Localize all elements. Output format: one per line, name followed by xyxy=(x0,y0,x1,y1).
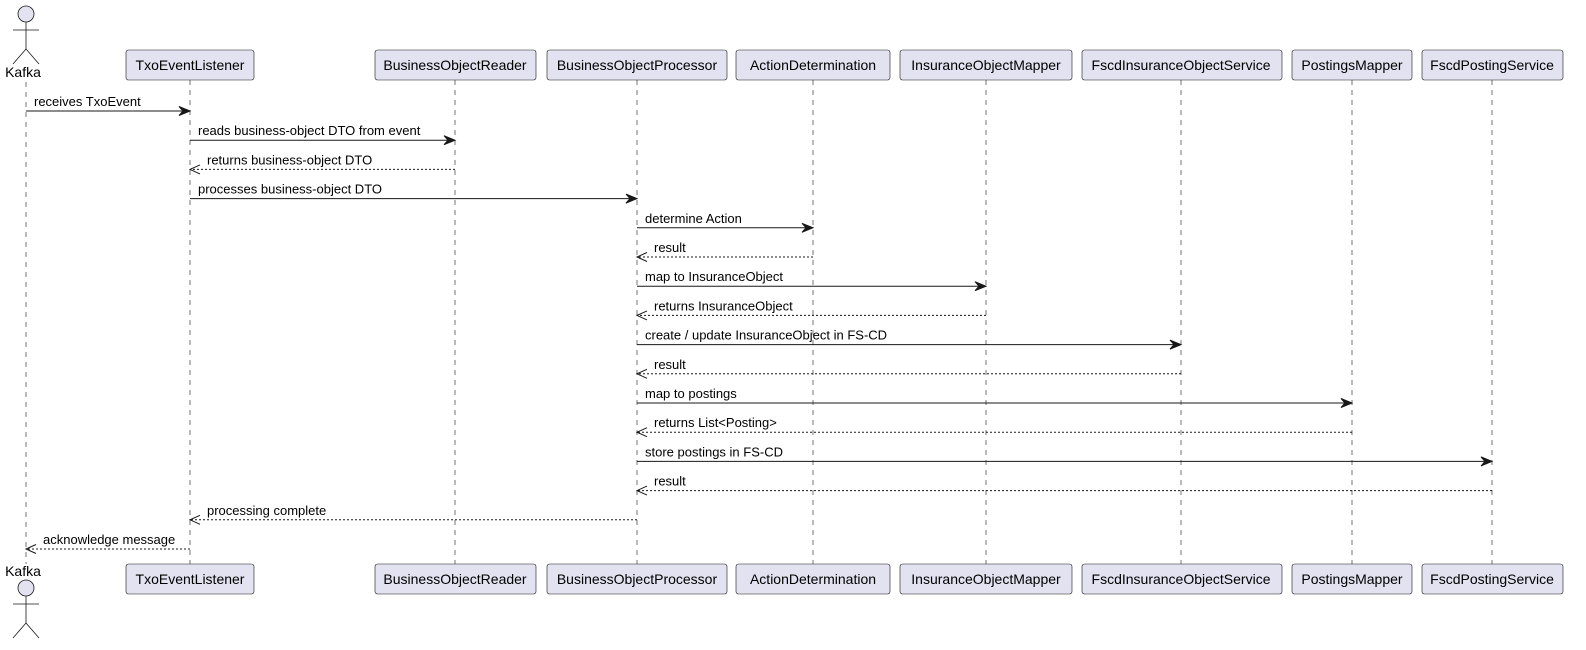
message-arrow: processing complete xyxy=(188,503,637,525)
sequence-diagram: receives TxoEvent reads business-object D… xyxy=(5,5,1564,639)
message-label: result xyxy=(654,357,686,372)
participant-label: PostingsMapper xyxy=(1301,57,1403,73)
message-label: reads business-object DTO from event xyxy=(198,123,421,138)
participant-pm-bottom: PostingsMapper xyxy=(1291,563,1413,595)
message-label: map to InsuranceObject xyxy=(645,269,783,284)
message-label: acknowledge message xyxy=(43,532,175,547)
message-label: processing complete xyxy=(207,503,326,518)
message-label: returns InsuranceObject xyxy=(654,298,793,313)
participant-bop-top: BusinessObjectProcessor xyxy=(546,49,728,81)
participant-txo-bottom: TxoEventListener xyxy=(125,563,255,595)
participant-label: FscdInsuranceObjectService xyxy=(1092,57,1271,73)
message-label: result xyxy=(654,474,686,489)
message-arrow: create / update InsuranceObject in FS-CD xyxy=(637,328,1183,350)
message-arrow: receives TxoEvent xyxy=(26,94,192,116)
participant-iom-top: InsuranceObjectMapper xyxy=(899,49,1073,81)
participant-label: BusinessObjectProcessor xyxy=(557,571,718,587)
open-arrowhead-icon xyxy=(24,544,37,554)
message-arrow: returns business-object DTO xyxy=(188,152,455,175)
participant-ad-top: ActionDetermination xyxy=(735,49,891,81)
message-label: determine Action xyxy=(645,211,742,226)
message-arrow: store postings in FS-CD xyxy=(637,444,1494,467)
message-label: result xyxy=(654,240,686,255)
participant-label: FscdPostingService xyxy=(1430,57,1554,73)
participant-fios-top: FscdInsuranceObjectService xyxy=(1081,49,1283,81)
actor-name-bottom: Kafka xyxy=(5,563,41,579)
participant-txo-top: TxoEventListener xyxy=(125,49,255,81)
message-label: receives TxoEvent xyxy=(34,94,141,109)
participant-label: BusinessObjectProcessor xyxy=(557,57,718,73)
message-label: returns business-object DTO xyxy=(207,152,372,167)
participant-fps-top: FscdPostingService xyxy=(1421,49,1564,81)
message-arrow: result xyxy=(635,357,1181,379)
participant-ad-bottom: ActionDetermination xyxy=(735,563,891,595)
participant-bop-bottom: BusinessObjectProcessor xyxy=(546,563,728,595)
message-arrow: map to postings xyxy=(637,386,1354,408)
participant-fios-bottom: FscdInsuranceObjectService xyxy=(1081,563,1283,595)
open-arrowhead-icon xyxy=(635,252,648,262)
message-arrow: processes business-object DTO xyxy=(190,182,639,204)
actor-name-top: Kafka xyxy=(5,64,41,80)
message-arrow: reads business-object DTO from event xyxy=(190,123,457,146)
message-label: create / update InsuranceObject in FS-CD xyxy=(645,328,887,343)
message-arrow: result xyxy=(635,474,1492,496)
message-arrow: determine Action xyxy=(637,211,815,233)
participant-label: InsuranceObjectMapper xyxy=(911,571,1061,587)
participant-bor-bottom: BusinessObjectReader xyxy=(374,563,537,595)
participant-label: FscdInsuranceObjectService xyxy=(1092,571,1271,587)
message-arrow: map to InsuranceObject xyxy=(637,269,988,292)
participant-iom-bottom: InsuranceObjectMapper xyxy=(899,563,1073,595)
message-label: map to postings xyxy=(645,386,737,401)
message-arrow: returns InsuranceObject xyxy=(635,298,986,321)
participant-bor-top: BusinessObjectReader xyxy=(374,49,537,81)
participant-label: BusinessObjectReader xyxy=(383,57,527,73)
participant-label: PostingsMapper xyxy=(1301,571,1403,587)
participant-fps-bottom: FscdPostingService xyxy=(1421,563,1564,595)
message-label: returns List<Posting> xyxy=(654,415,777,430)
participant-label: BusinessObjectReader xyxy=(383,571,527,587)
participant-label: FscdPostingService xyxy=(1430,571,1554,587)
open-arrowhead-icon xyxy=(635,368,648,379)
participant-pm-top: PostingsMapper xyxy=(1291,49,1413,81)
participant-label: ActionDetermination xyxy=(750,57,876,73)
message-arrow: returns List<Posting> xyxy=(635,415,1352,438)
participant-label: TxoEventListener xyxy=(136,571,245,587)
message-label: store postings in FS-CD xyxy=(645,444,783,459)
stick-figure-actor-icon xyxy=(12,5,40,65)
message-arrow: result xyxy=(635,240,813,262)
stick-figure-actor-icon xyxy=(12,579,40,639)
participant-label: TxoEventListener xyxy=(136,57,245,73)
message-label: processes business-object DTO xyxy=(198,182,382,197)
participant-label: ActionDetermination xyxy=(750,571,876,587)
message-arrow: acknowledge message xyxy=(24,532,190,554)
participant-label: InsuranceObjectMapper xyxy=(911,57,1061,73)
